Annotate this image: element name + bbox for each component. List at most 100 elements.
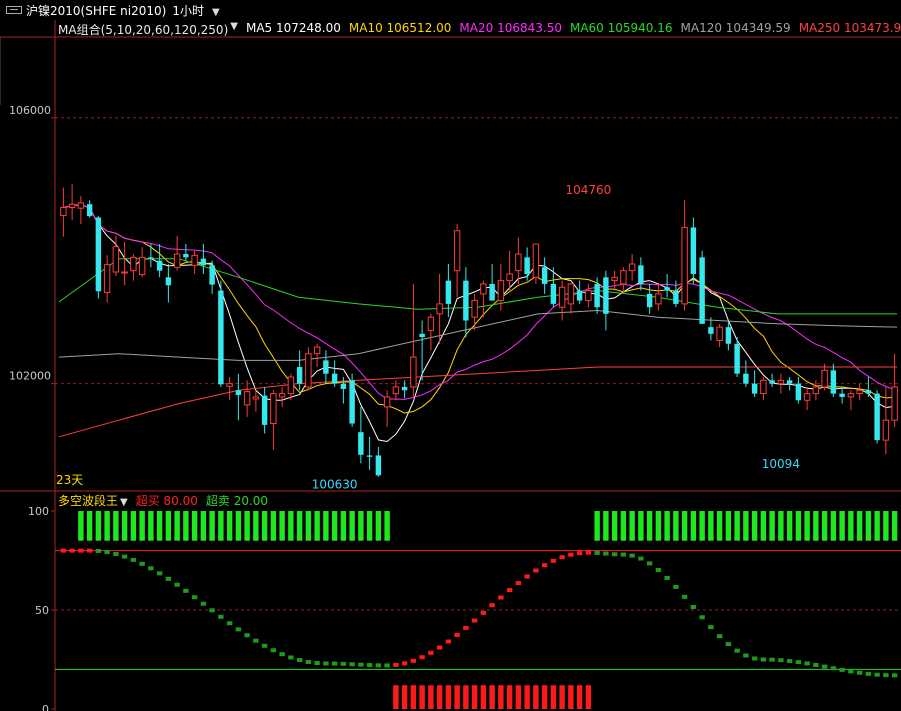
signal-bar-red	[419, 685, 425, 709]
signal-bar-green	[620, 511, 627, 541]
candle-body-down	[340, 383, 347, 389]
candle-body-down	[489, 283, 495, 301]
candle-body-up	[716, 326, 723, 341]
oscillator-segment	[69, 548, 75, 553]
signal-bar-red	[498, 685, 504, 709]
price-annotation: 100630	[312, 478, 358, 492]
oscillator-segment	[130, 557, 137, 562]
signal-bar-green	[78, 511, 84, 541]
candle-body-up	[847, 393, 855, 398]
signal-bar-red	[445, 685, 452, 709]
signal-bar-red	[428, 685, 434, 709]
candle-body-up	[480, 283, 487, 295]
candle-body-up	[138, 256, 146, 276]
oscillator-segment	[611, 552, 618, 557]
candle-body-down	[366, 455, 373, 457]
signal-bar-red	[576, 685, 583, 709]
candle-body-up	[243, 391, 251, 406]
signal-bar-green	[139, 511, 145, 541]
oscillator-segment	[760, 657, 767, 662]
candle-body-down	[638, 265, 644, 284]
oscillator-segment	[95, 548, 102, 553]
candle-body-down	[183, 254, 189, 258]
signal-bar-green	[743, 511, 749, 541]
candle-body-down	[743, 373, 749, 384]
signal-bar-green	[821, 511, 828, 541]
oscillator-segment	[200, 601, 207, 606]
oscillator-segment	[375, 663, 382, 668]
signal-bar-green	[708, 511, 714, 541]
oscillator-segment	[576, 551, 583, 556]
oscillator-segment	[821, 664, 828, 669]
candle-body-up	[313, 346, 321, 355]
candlestick-chart[interactable]: 106000 102000 104760 100630 10094 23天 100 50 0	[0, 0, 901, 711]
signal-bar-green	[209, 511, 215, 541]
signal-bar-green	[113, 511, 119, 541]
candle-body-down	[830, 370, 837, 394]
oscillator-segment	[323, 661, 329, 666]
signal-bar-red	[454, 685, 460, 709]
oscillator-segment	[270, 648, 277, 653]
signal-bar-green	[804, 511, 810, 541]
candle-body-down	[769, 380, 775, 384]
oscillator-segment	[261, 643, 268, 648]
y-tick-label: 102000	[9, 370, 51, 383]
signal-bar-green	[786, 511, 793, 541]
candle-body-up	[68, 203, 76, 208]
oscillator-segment	[349, 662, 355, 667]
signal-bar-green	[366, 511, 373, 541]
y-tick-label: 50	[35, 604, 49, 617]
days-label: 23天	[56, 473, 83, 487]
oscillator-segment	[524, 574, 530, 579]
oscillator-segment	[279, 652, 285, 657]
signal-bar-green	[253, 511, 259, 541]
candle-body-up	[278, 393, 286, 398]
candle-body-up	[287, 376, 295, 395]
oscillator-segment	[428, 650, 434, 655]
signal-bar-green	[751, 511, 758, 541]
candle-body-down	[156, 260, 163, 271]
signal-bar-green	[611, 511, 618, 541]
oscillator-segment	[393, 662, 399, 667]
oscillator-segment	[331, 661, 338, 666]
y-tick-label: 0	[42, 703, 49, 711]
signal-bar-green	[130, 511, 137, 541]
signal-bar-green	[261, 511, 268, 541]
signal-bar-green	[839, 511, 845, 541]
signal-bar-red	[533, 685, 539, 709]
oscillator-segment	[673, 584, 679, 589]
oscillator-segment	[533, 568, 539, 573]
signal-bar-green	[279, 511, 285, 541]
oscillator-segment	[620, 552, 627, 557]
signal-bar-green	[734, 511, 740, 541]
signal-bar-green	[104, 511, 110, 541]
signal-bar-green	[848, 511, 854, 541]
ma60-line	[58, 258, 897, 315]
candle-body-down	[463, 280, 469, 321]
oscillator-segment	[830, 666, 837, 671]
candle-body-up	[60, 207, 67, 216]
signal-bar-green	[235, 511, 242, 541]
signal-bar-green	[314, 511, 320, 541]
candle-body-down	[734, 343, 740, 374]
oscillator-segment	[165, 576, 172, 581]
signal-bar-green	[638, 511, 644, 541]
oscillator-segment	[471, 618, 478, 623]
candle-body-down	[200, 258, 207, 266]
signal-bar-green	[629, 511, 635, 541]
oscillator-segment	[708, 625, 714, 630]
ma120-line	[58, 309, 898, 361]
candle-body-down	[95, 217, 102, 292]
candle-body-up	[891, 386, 898, 421]
oscillator-segment	[848, 669, 854, 674]
signal-bar-green	[270, 511, 277, 541]
oscillator-segment	[865, 671, 872, 676]
candle-body-down	[874, 393, 880, 441]
oscillator-segment	[174, 582, 180, 587]
oscillator-segment	[541, 563, 548, 568]
oscillator-segment	[813, 662, 819, 667]
signal-bar-green	[699, 511, 705, 541]
candle-body-down	[594, 283, 600, 308]
oscillator-segment	[515, 581, 522, 586]
signal-bar-green	[331, 511, 338, 541]
